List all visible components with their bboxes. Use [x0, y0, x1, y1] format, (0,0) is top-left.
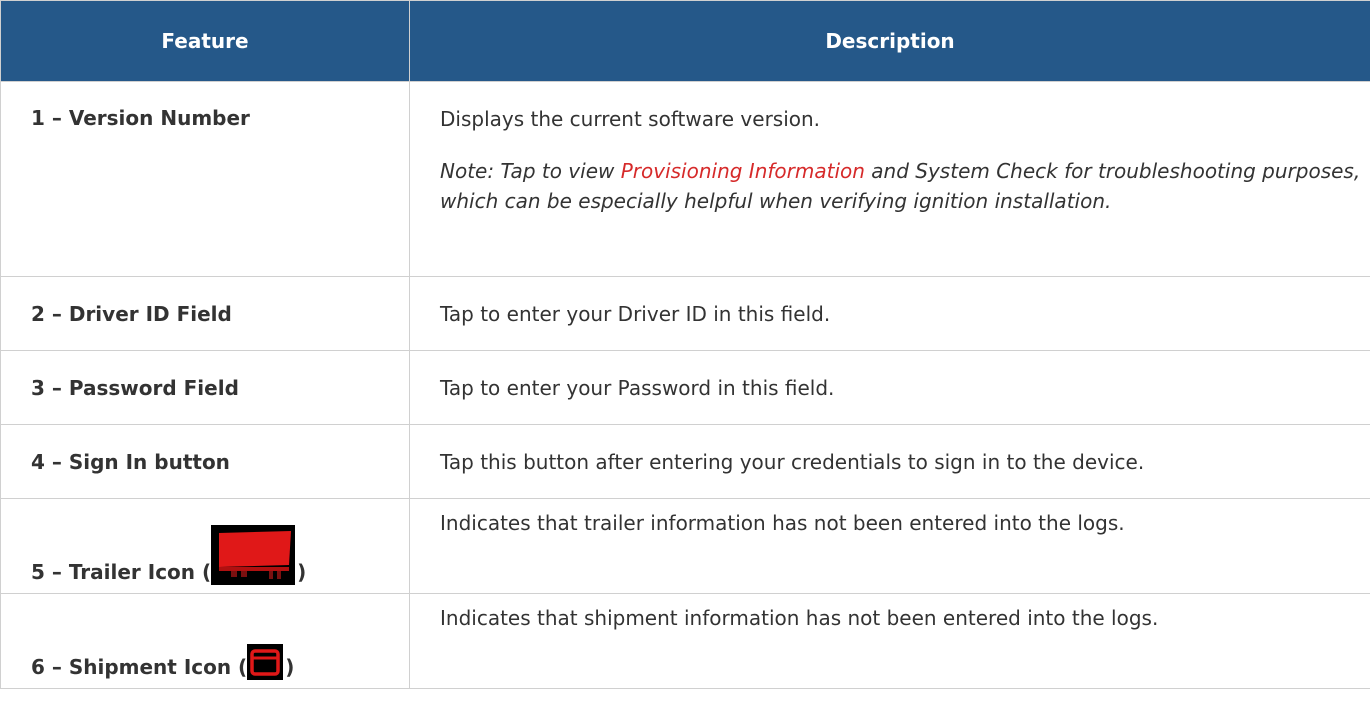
- table-row: 6 – Shipment Icon ( ) Indicates that shi…: [0, 593, 1370, 689]
- description-cell: Tap to enter your Driver ID in this fiel…: [409, 276, 1370, 351]
- trailer-icon: [211, 525, 296, 585]
- feature-cell: 5 – Trailer Icon ( ): [0, 498, 410, 594]
- description-text: Displays the current software version.: [440, 107, 821, 131]
- feature-cell: 3 – Password Field: [0, 350, 410, 425]
- column-header-feature: Feature: [0, 0, 410, 82]
- note-text: Note: Tap to view Provisioning Informati…: [440, 156, 1370, 216]
- features-table: Feature Description 1 – Version Number D…: [0, 0, 1370, 689]
- feature-prefix: 5 – Trailer Icon (: [31, 560, 212, 584]
- feature-cell: 4 – Sign In button: [0, 424, 410, 499]
- shipment-icon: [247, 644, 284, 680]
- table-header-row: Feature Description: [0, 0, 1370, 82]
- feature-cell: 2 – Driver ID Field: [0, 276, 410, 351]
- feature-cell: 1 – Version Number: [0, 81, 410, 277]
- description-cell: Indicates that shipment information has …: [409, 593, 1370, 689]
- provisioning-information-link[interactable]: Provisioning Information: [621, 159, 865, 183]
- table-row: 4 – Sign In button Tap this button after…: [0, 424, 1370, 499]
- description-cell: Tap this button after entering your cred…: [409, 424, 1370, 499]
- table-row: 1 – Version Number Displays the current …: [0, 81, 1370, 277]
- table-row: 3 – Password Field Tap to enter your Pas…: [0, 350, 1370, 425]
- feature-suffix: ): [297, 560, 307, 584]
- feature-suffix: ): [285, 655, 295, 679]
- description-cell: Indicates that trailer information has n…: [409, 498, 1370, 594]
- feature-cell: 6 – Shipment Icon ( ): [0, 593, 410, 689]
- description-cell: Tap to enter your Password in this field…: [409, 350, 1370, 425]
- feature-prefix: 6 – Shipment Icon (: [31, 655, 248, 679]
- description-cell: Displays the current software version. N…: [409, 81, 1370, 277]
- column-header-description: Description: [409, 0, 1370, 82]
- table-row: 5 – Trailer Icon ( ) Indicates that trai…: [0, 498, 1370, 594]
- table-row: 2 – Driver ID Field Tap to enter your Dr…: [0, 276, 1370, 351]
- note-prefix: Note: Tap to view: [440, 159, 621, 183]
